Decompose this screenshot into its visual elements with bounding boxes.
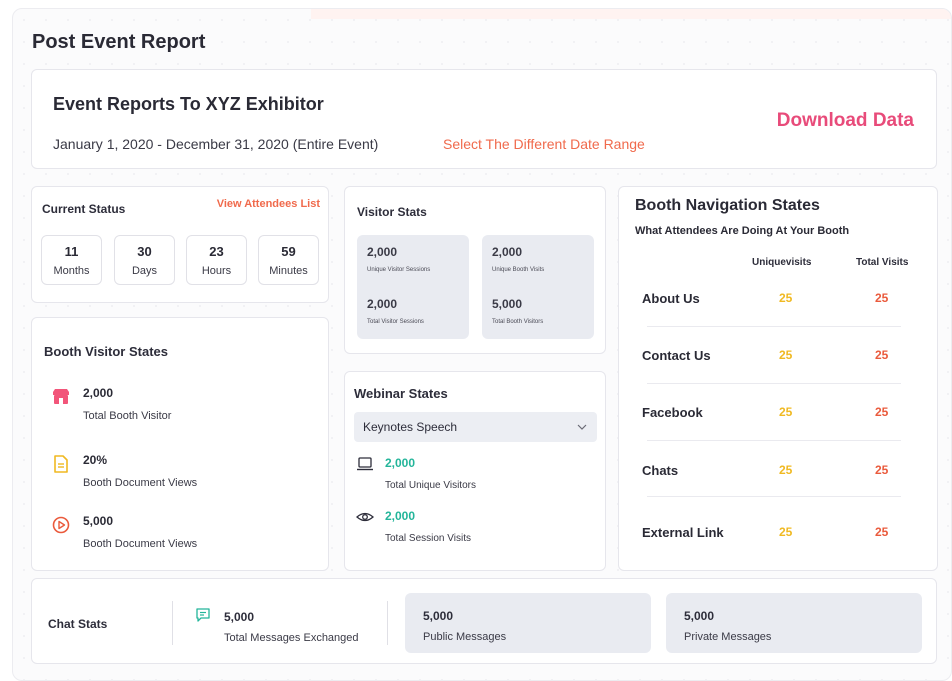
timer-days: 30 Days <box>114 235 175 285</box>
visitor-stats-label: Visitor Stats <box>357 205 427 219</box>
nav-row-unique: 25 <box>779 525 793 539</box>
timer-value: 23 <box>209 244 224 259</box>
stat-desc: Booth Document Views <box>83 477 198 489</box>
page-title: Post Event Report <box>32 31 206 53</box>
nav-row-unique: 25 <box>779 463 793 477</box>
chat-stats-card: Chat Stats 5,000 Total Messages Exchange… <box>31 578 937 664</box>
nav-row-name: Contact Us <box>642 348 711 363</box>
nav-row-name: Chats <box>642 463 679 478</box>
nav-row-name: About Us <box>642 291 700 306</box>
stat-value: 20% <box>83 453 108 467</box>
total-visitor-sessions-desc: Total Visitor Sessions <box>367 319 424 325</box>
private-messages-desc: Private Messages <box>684 631 772 643</box>
divider <box>647 496 901 497</box>
nav-row-name: Facebook <box>642 405 703 420</box>
timer-minutes: 59 Minutes <box>258 235 319 285</box>
timer-unit: Days <box>131 265 158 277</box>
message-icon <box>196 608 210 622</box>
total-visits-header: Total Visits <box>856 257 909 268</box>
messages-exchanged-value: 5,000 <box>224 610 255 624</box>
timer-months: 11 Months <box>41 235 102 285</box>
current-status-label: Current Status <box>42 202 126 216</box>
webinar-select[interactable]: Keynotes Speech <box>354 412 597 442</box>
public-messages-desc: Public Messages <box>423 631 507 643</box>
divider <box>647 326 901 327</box>
nav-row-total: 25 <box>875 405 889 419</box>
download-data-button[interactable]: Download Data <box>777 110 914 132</box>
nav-row-total: 25 <box>875 348 889 362</box>
chevron-down-icon <box>577 424 587 430</box>
unique-booth-visits-desc: Unique Booth Visits <box>492 267 545 273</box>
nav-row: Facebook 25 25 <box>619 405 939 425</box>
webinar-states-label: Webinar States <box>354 386 448 401</box>
unique-visits-header: Uniquevisits <box>752 257 812 268</box>
timer-value: 59 <box>281 244 296 259</box>
date-range-text: January 1, 2020 - December 31, 2020 (Ent… <box>53 136 379 152</box>
nav-row-unique: 25 <box>779 348 793 362</box>
document-icon <box>54 455 68 473</box>
top-accent-strip <box>311 9 951 19</box>
public-messages-box: 5,000 Public Messages <box>405 593 651 653</box>
timer-hours: 23 Hours <box>186 235 247 285</box>
divider <box>647 383 901 384</box>
booth-navigation-card: Booth Navigation States What Attendees A… <box>618 186 938 571</box>
nav-row-total: 25 <box>875 525 889 539</box>
stat-value: 2,000 <box>385 509 416 523</box>
visitor-stats-card: Visitor Stats 2,000 Unique Visitor Sessi… <box>344 186 606 354</box>
chat-stats-label: Chat Stats <box>48 617 108 631</box>
laptop-icon <box>357 457 373 471</box>
timer-unit: Minutes <box>269 265 308 277</box>
visitor-sessions-box: 2,000 Unique Visitor Sessions 2,000 Tota… <box>357 235 469 339</box>
timer-value: 30 <box>137 244 152 259</box>
booth-navigation-subtitle: What Attendees Are Doing At Your Booth <box>635 225 850 237</box>
play-icon <box>52 516 70 534</box>
current-status-card: Current Status View Attendees List 11 Mo… <box>31 186 329 303</box>
select-date-range-link[interactable]: Select The Different Date Range <box>443 136 645 152</box>
stat-value: 2,000 <box>83 386 114 400</box>
report-title: Event Reports To XYZ Exhibitor <box>53 94 324 114</box>
stat-value: 5,000 <box>83 514 114 528</box>
nav-row-total: 25 <box>875 291 889 305</box>
total-booth-visitors-desc: Total Booth Visitors <box>492 319 544 325</box>
eye-icon <box>356 512 374 522</box>
stat-value: 2,000 <box>385 456 416 470</box>
event-report-header: Event Reports To XYZ Exhibitor January 1… <box>31 69 937 169</box>
timer-value: 11 <box>64 244 79 259</box>
booth-visits-box: 2,000 Unique Booth Visits 5,000 Total Bo… <box>482 235 594 339</box>
unique-booth-visits-value: 2,000 <box>492 245 523 259</box>
private-messages-value: 5,000 <box>684 609 715 623</box>
timer-unit: Hours <box>201 265 232 277</box>
stat-desc: Total Booth Visitor <box>83 410 172 422</box>
nav-row-total: 25 <box>875 463 889 477</box>
unique-visitor-sessions-desc: Unique Visitor Sessions <box>367 267 431 273</box>
stat-desc: Total Session Visits <box>385 533 471 544</box>
nav-row-name: External Link <box>642 525 724 540</box>
webinar-select-value: Keynotes Speech <box>363 420 458 434</box>
total-visitor-sessions-value: 2,000 <box>367 297 398 311</box>
booth-navigation-label: Booth Navigation States <box>635 197 820 214</box>
messages-exchanged-desc: Total Messages Exchanged <box>224 632 359 644</box>
nav-row: Chats 25 25 <box>619 463 939 483</box>
nav-row: About Us 25 25 <box>619 291 939 311</box>
nav-row-unique: 25 <box>779 405 793 419</box>
nav-row: External Link 25 25 <box>619 525 939 545</box>
nav-row: Contact Us 25 25 <box>619 348 939 368</box>
divider <box>172 601 173 645</box>
divider <box>647 440 901 441</box>
stat-desc: Booth Document Views <box>83 538 198 550</box>
view-attendees-link[interactable]: View Attendees List <box>217 198 320 210</box>
public-messages-value: 5,000 <box>423 609 454 623</box>
report-page: Post Event Report Event Reports To XYZ E… <box>12 8 952 681</box>
timer-unit: Months <box>53 265 90 277</box>
store-icon <box>53 389 69 404</box>
unique-visitor-sessions-value: 2,000 <box>367 245 398 259</box>
nav-row-unique: 25 <box>779 291 793 305</box>
booth-visitor-states-card: Booth Visitor States 2,000 Total Booth V… <box>31 317 329 571</box>
total-booth-visitors-value: 5,000 <box>492 297 523 311</box>
divider <box>387 601 388 645</box>
private-messages-box: 5,000 Private Messages <box>666 593 922 653</box>
booth-visitor-states-label: Booth Visitor States <box>44 344 169 359</box>
webinar-states-card: Webinar States Keynotes Speech 2,000 Tot… <box>344 371 606 571</box>
stat-desc: Total Unique Visitors <box>385 480 476 491</box>
